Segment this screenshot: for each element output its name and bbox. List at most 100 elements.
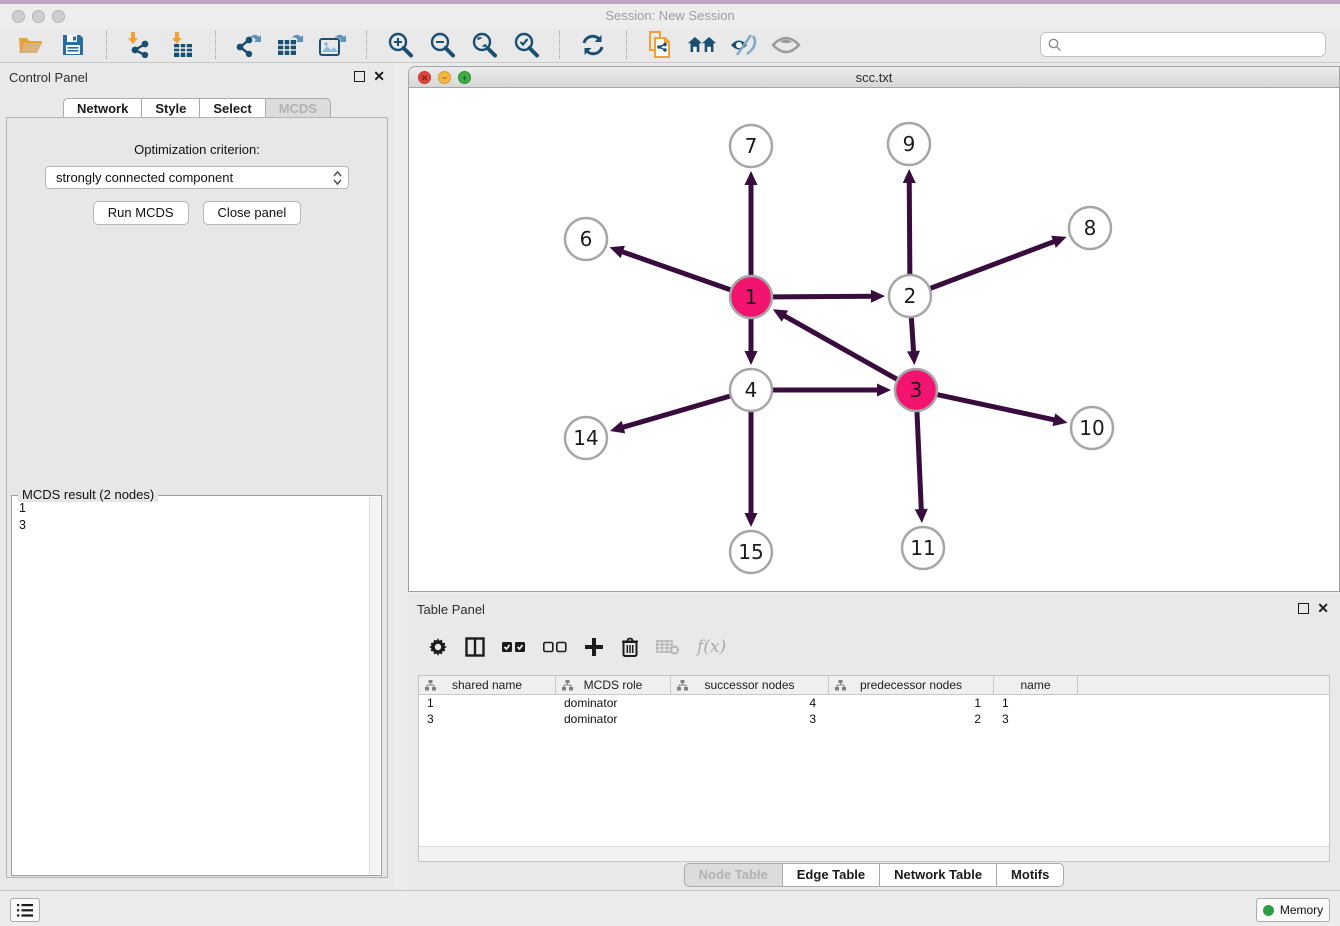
add-column-icon[interactable]	[584, 637, 604, 657]
open-session-icon[interactable]	[16, 31, 46, 59]
refresh-icon[interactable]	[578, 31, 608, 59]
export-network-icon[interactable]	[234, 31, 264, 59]
graph-edge-arrowhead	[610, 246, 625, 258]
graph-edge-3-1[interactable]	[782, 315, 896, 380]
graph-node-10[interactable]: 10	[1071, 407, 1113, 449]
network-graph[interactable]: 7 9 6 8 1 2 4 3 14 10 15 11	[409, 88, 1339, 591]
close-table-panel-button[interactable]: ✕	[1317, 600, 1329, 617]
graph-node-3[interactable]: 3	[895, 369, 937, 411]
tab-network-table[interactable]: Network Table	[879, 863, 997, 887]
graph-node-7[interactable]: 7	[730, 125, 772, 167]
float-table-panel-button[interactable]	[1298, 603, 1309, 614]
network-minimize-button[interactable]: −	[438, 71, 451, 84]
graph-node-14[interactable]: 14	[565, 417, 607, 459]
graph-edge-1-2[interactable]	[773, 296, 874, 297]
graph-edge-2-9[interactable]	[909, 180, 910, 274]
node-table: shared nameMCDS rolesuccessor nodesprede…	[418, 675, 1330, 862]
zoom-fit-icon[interactable]	[469, 31, 499, 59]
memory-label: Memory	[1280, 903, 1323, 917]
zoom-in-icon[interactable]	[385, 31, 415, 59]
import-network-icon[interactable]	[125, 31, 155, 59]
close-panel-button-inner[interactable]: Close panel	[203, 201, 302, 225]
zoom-out-icon[interactable]	[427, 31, 457, 59]
search-field[interactable]	[1040, 32, 1326, 57]
graph-node-label: 11	[910, 536, 935, 560]
memory-button[interactable]: Memory	[1256, 898, 1330, 922]
table-cell[interactable]: 3	[994, 711, 1078, 727]
table-cell[interactable]: 1	[994, 695, 1078, 711]
graph-node-1[interactable]: 1	[730, 276, 772, 318]
graph-node-2[interactable]: 2	[889, 275, 931, 317]
table-cell[interactable]: dominator	[556, 711, 671, 727]
column-header-shared-name[interactable]: shared name	[419, 676, 556, 694]
graph-node-label: 2	[904, 284, 917, 308]
tab-node-table[interactable]: Node Table	[684, 863, 783, 887]
import-table-icon[interactable]	[167, 31, 197, 59]
float-panel-button[interactable]	[354, 71, 365, 82]
show-panels-list-button[interactable]	[10, 898, 40, 922]
duplicate-network-icon[interactable]	[645, 31, 675, 59]
graph-node-11[interactable]: 11	[902, 527, 944, 569]
column-header-name[interactable]: name	[994, 676, 1078, 694]
graph-node-4[interactable]: 4	[730, 369, 772, 411]
graph-node-label: 14	[573, 426, 598, 450]
table-cell[interactable]: 4	[671, 695, 829, 711]
table-row[interactable]: 3dominator323	[419, 711, 1329, 727]
mcds-panel: Optimization criterion: strongly connect…	[6, 117, 388, 878]
table-horizontal-scrollbar[interactable]	[419, 846, 1329, 861]
tab-motifs[interactable]: Motifs	[996, 863, 1064, 887]
table-cell[interactable]: 1	[419, 695, 556, 711]
graph-node-15[interactable]: 15	[730, 531, 772, 573]
network-close-button[interactable]: ✕	[418, 71, 431, 84]
table-row[interactable]: 1dominator411	[419, 695, 1329, 711]
search-input[interactable]	[1062, 37, 1302, 52]
close-window-button[interactable]	[12, 10, 25, 23]
network-window-titlebar[interactable]: ✕ − + scc.txt	[408, 66, 1340, 88]
graph-edge-3-10[interactable]	[938, 395, 1057, 421]
minimize-window-button[interactable]	[32, 10, 45, 23]
delete-column-icon[interactable]	[621, 637, 639, 657]
network-canvas[interactable]: 7 9 6 8 1 2 4 3 14 10 15 11	[408, 88, 1340, 592]
save-session-icon[interactable]	[58, 31, 88, 59]
memory-status-icon	[1263, 905, 1274, 916]
table-cell[interactable]: 3	[671, 711, 829, 727]
export-table-icon[interactable]	[276, 31, 306, 59]
close-panel-button[interactable]: ✕	[373, 68, 385, 85]
table-header-row: shared nameMCDS rolesuccessor nodesprede…	[419, 676, 1329, 695]
graph-node-8[interactable]: 8	[1069, 207, 1111, 249]
table-empty-area	[419, 727, 1329, 846]
column-header-successor-nodes[interactable]: successor nodes	[671, 676, 829, 694]
tab-edge-table[interactable]: Edge Table	[782, 863, 880, 887]
zoom-selected-icon[interactable]	[511, 31, 541, 59]
houses-icon[interactable]	[687, 31, 717, 59]
export-image-icon[interactable]	[318, 31, 348, 59]
run-mcds-button[interactable]: Run MCDS	[93, 201, 189, 225]
graph-node-label: 6	[580, 227, 593, 251]
search-icon	[1048, 38, 1062, 52]
deselect-checkboxes-icon[interactable]	[543, 641, 567, 653]
column-header-MCDS-role[interactable]: MCDS role	[556, 676, 671, 694]
hide-details-eye-icon[interactable]	[729, 31, 759, 59]
table-cell[interactable]: 3	[419, 711, 556, 727]
table-settings-gear-icon[interactable]	[428, 637, 448, 657]
graph-node-6[interactable]: 6	[565, 218, 607, 260]
eye-icon[interactable]	[771, 31, 801, 59]
table-cell[interactable]: dominator	[556, 695, 671, 711]
graph-edge-2-3[interactable]	[911, 318, 913, 354]
graph-edge-4-14[interactable]	[621, 396, 730, 428]
graph-edge-2-8[interactable]	[931, 241, 1057, 289]
split-columns-icon[interactable]	[465, 637, 485, 657]
graph-edge-1-6[interactable]	[620, 251, 730, 290]
graph-node-9[interactable]: 9	[888, 123, 930, 165]
maximize-window-button[interactable]	[52, 10, 65, 23]
delete-table-icon[interactable]	[656, 639, 680, 655]
graph-edge-3-11[interactable]	[917, 412, 921, 512]
criterion-dropdown[interactable]: strongly connected component	[45, 166, 349, 189]
column-header-predecessor-nodes[interactable]: predecessor nodes	[829, 676, 994, 694]
function-builder-icon[interactable]: f(x)	[697, 637, 726, 657]
table-cell[interactable]: 1	[829, 695, 994, 711]
table-cell[interactable]: 2	[829, 711, 994, 727]
select-all-checkboxes-icon[interactable]	[502, 641, 526, 653]
network-zoom-button[interactable]: +	[458, 71, 471, 84]
result-scrollbar[interactable]	[369, 497, 380, 874]
